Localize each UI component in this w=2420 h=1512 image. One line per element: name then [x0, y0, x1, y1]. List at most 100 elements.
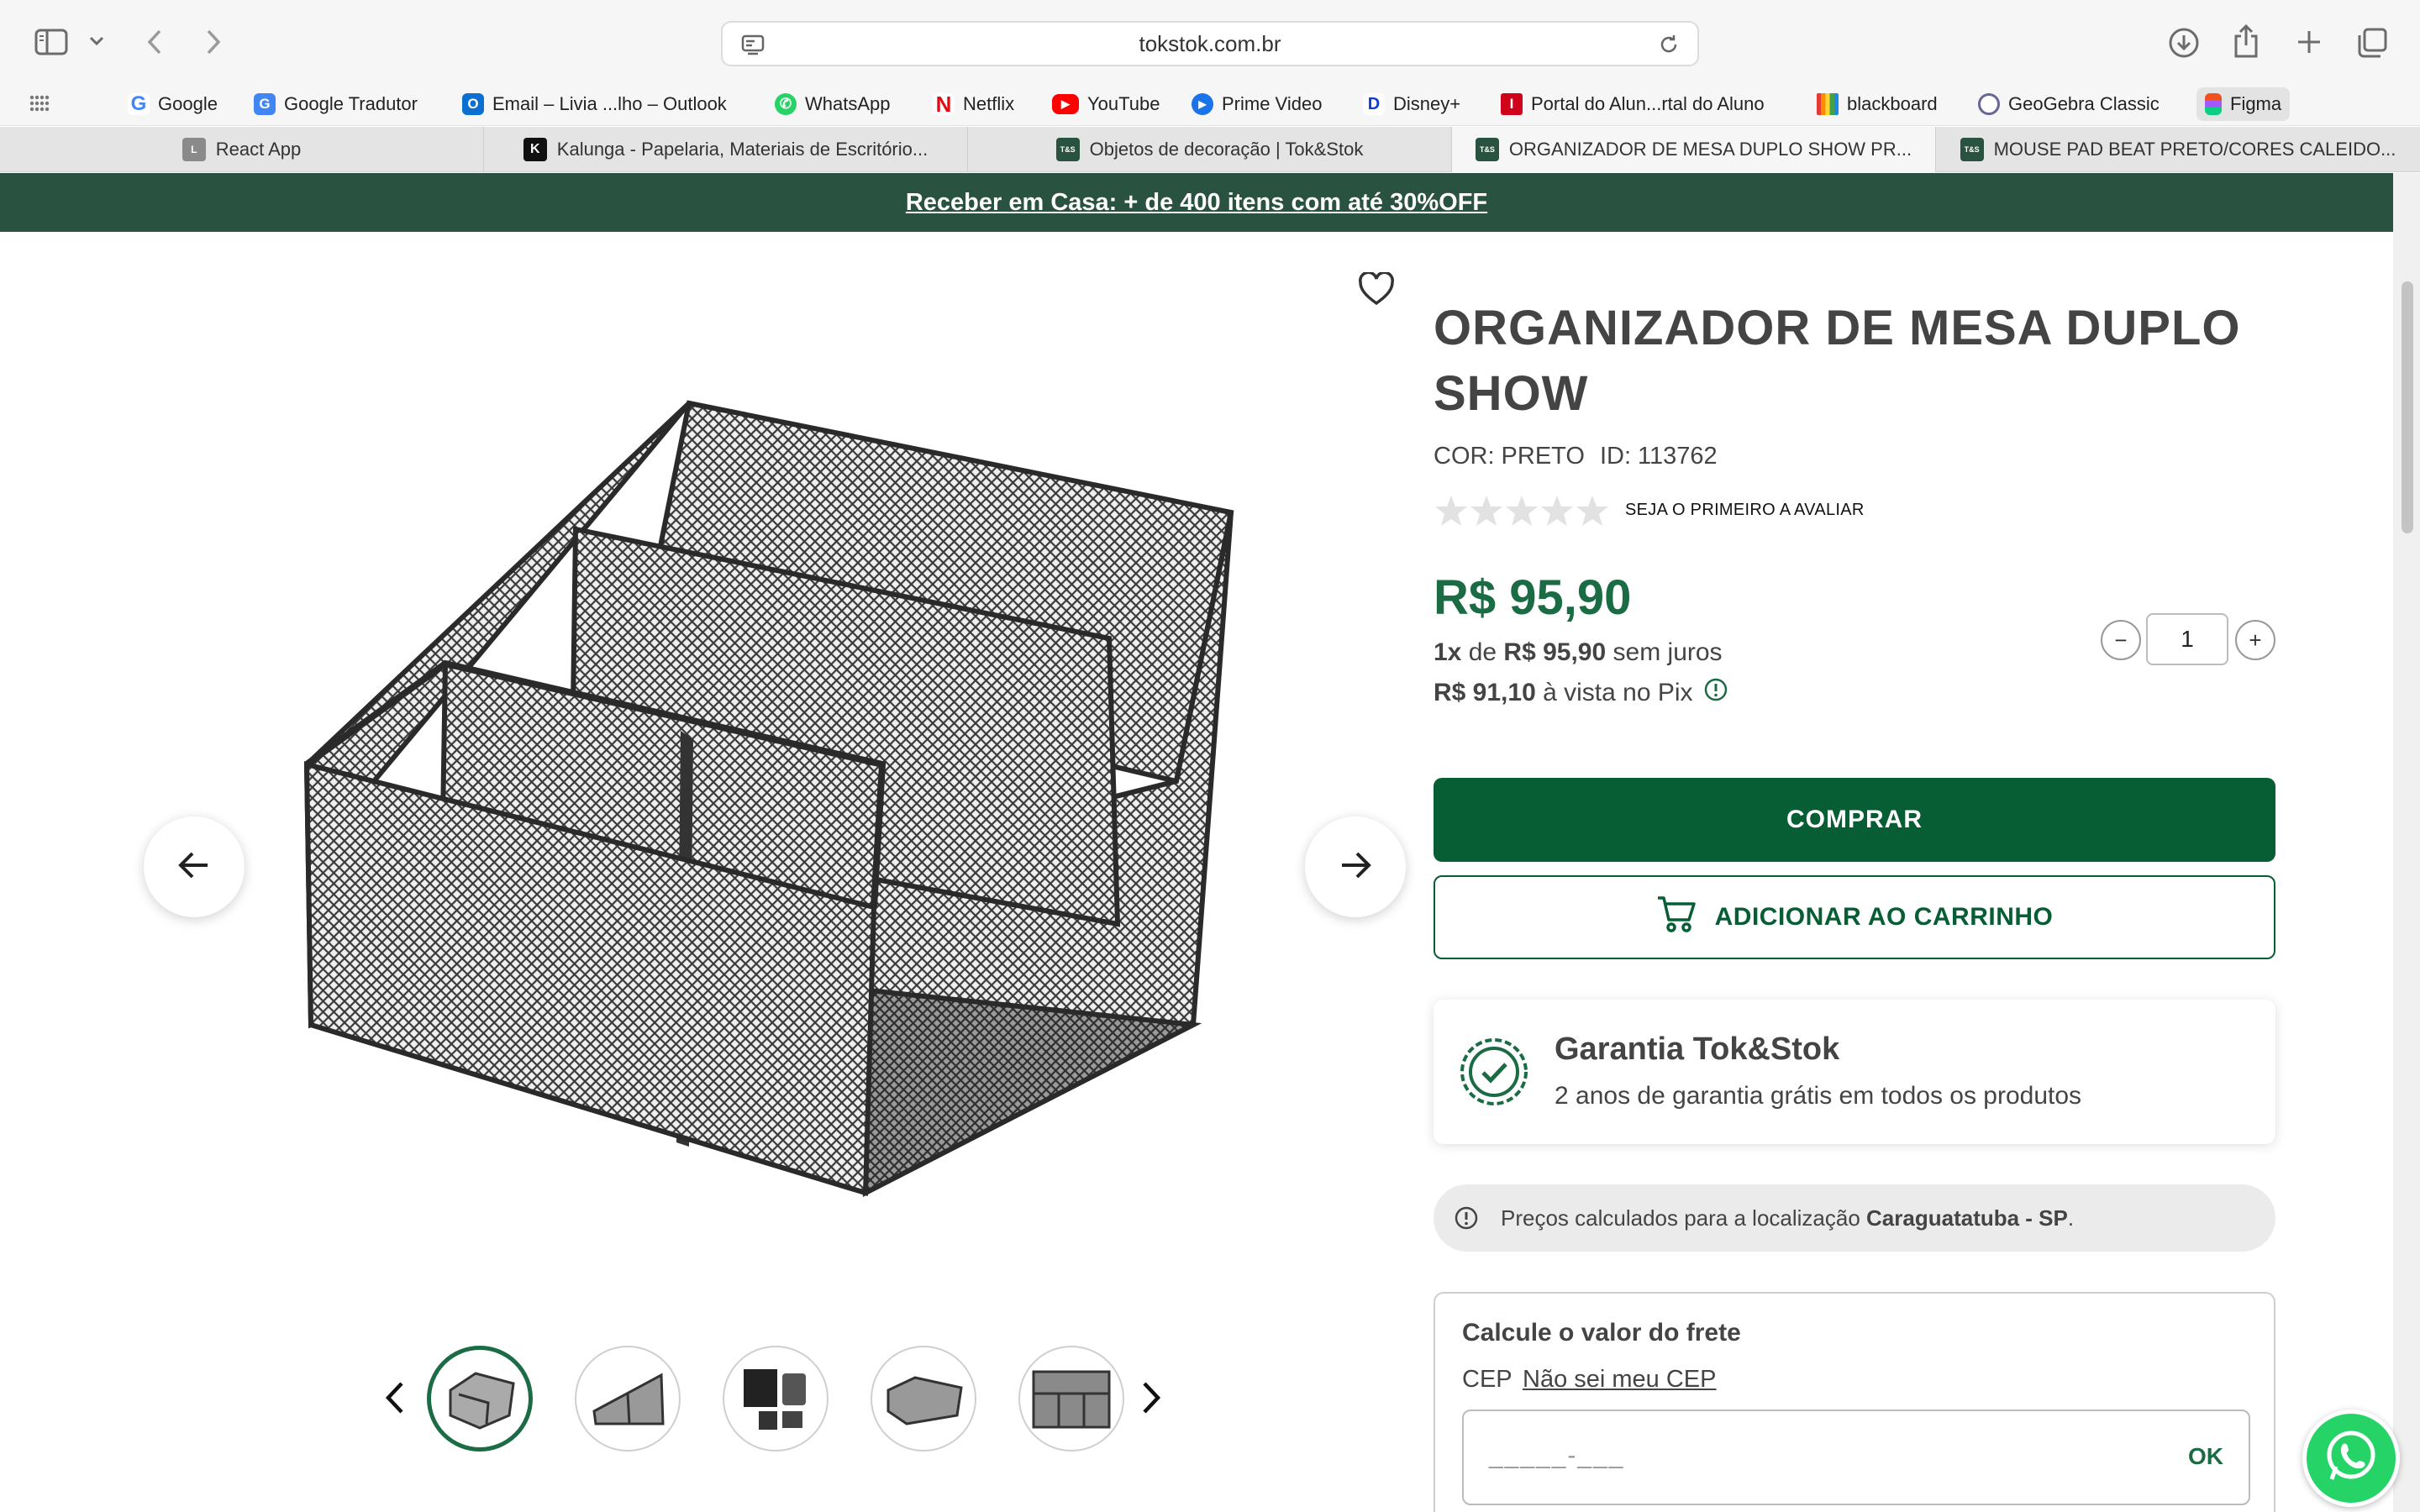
whatsapp-chat-button[interactable]	[2302, 1410, 2400, 1507]
downloads-icon[interactable]	[2166, 25, 2202, 60]
add-to-cart-button[interactable]: ADICIONAR AO CARRINHO	[1434, 875, 2275, 959]
promo-banner-link[interactable]: Receber em Casa: + de 400 itens com até …	[0, 173, 2393, 232]
pix-price-text: R$ 91,10 à vista no Pix	[1434, 677, 1728, 709]
freight-calculator: Calcule o valor do frete CEP Não sei meu…	[1434, 1292, 2275, 1512]
translate-icon: G	[254, 93, 276, 115]
tab-react-app[interactable]: L React App	[0, 127, 484, 172]
address-bar[interactable]: tokstok.com.br	[721, 21, 1699, 66]
tab-favicon: K	[523, 138, 547, 161]
bookmark-label: WhatsApp	[805, 93, 891, 114]
tab-label: MOUSE PAD BEAT PRETO/CORES CALEIDO...	[1993, 139, 2396, 160]
warranty-card: Garantia Tok&Stok 2 anos de garantia grá…	[1434, 1000, 2275, 1144]
thumbnail-5[interactable]	[1018, 1346, 1124, 1452]
quantity-input[interactable]: 1	[2146, 613, 2228, 665]
outlook-icon: O	[462, 93, 484, 115]
share-icon[interactable]	[2228, 22, 2264, 60]
apps-grid-icon[interactable]	[29, 92, 50, 118]
bookmark-geogebra[interactable]: GeoGebra Classic	[1978, 87, 2160, 121]
url-text: tokstok.com.br	[1139, 30, 1281, 56]
bookmark-label: Netflix	[963, 93, 1015, 114]
new-tab-icon[interactable]	[2292, 25, 2326, 59]
bookmark-netflix[interactable]: N Netflix	[933, 87, 1014, 121]
pix-suffix: à vista no Pix	[1535, 679, 1693, 706]
buy-button[interactable]: COMPRAR	[1434, 778, 2275, 862]
bookmark-google[interactable]: G Google	[128, 87, 218, 121]
gallery-prev-button[interactable]	[144, 816, 245, 917]
installments-value: R$ 95,90	[1503, 638, 1607, 666]
rating-stars[interactable]	[1434, 494, 1612, 529]
info-icon[interactable]	[1703, 677, 1728, 709]
product-price: R$ 95,90	[1434, 570, 1632, 625]
tab-objetos-decoracao[interactable]: T&S Objetos de decoração | Tok&Stok	[968, 127, 1452, 172]
google-icon: G	[128, 92, 150, 115]
bookmark-label: blackboard	[1847, 93, 1938, 114]
sidebar-toggle-icon[interactable]	[32, 25, 71, 59]
bookmark-label: Google Tradutor	[284, 93, 418, 114]
forward-icon[interactable]	[198, 25, 229, 59]
tab-organizador[interactable]: T&S ORGANIZADOR DE MESA DUPLO SHOW PR...	[1452, 127, 1936, 172]
bookmark-label: Portal do Alun...rtal do Aluno	[1531, 93, 1765, 114]
thumbnail-1[interactable]	[427, 1346, 533, 1452]
favorite-heart-icon[interactable]	[1358, 270, 1395, 310]
location-city: Caraguatatuba - SP	[1866, 1205, 2068, 1231]
bookmark-prime-video[interactable]: ▶ Prime Video	[1192, 87, 1322, 121]
chevron-down-icon[interactable]	[86, 30, 108, 52]
product-image	[286, 386, 1260, 1210]
scrollbar-thumb[interactable]	[2402, 281, 2413, 533]
thumbnail-3[interactable]	[723, 1346, 829, 1452]
cep-input[interactable]: _____-___ OK	[1462, 1410, 2250, 1505]
bookmark-label: Prime Video	[1222, 93, 1323, 114]
cart-icon	[1656, 895, 1697, 940]
whatsapp-icon: ✆	[775, 93, 797, 115]
info-circle-icon	[1454, 1205, 1479, 1236]
tab-overview-icon[interactable]	[2354, 25, 2390, 60]
bookmark-label: Figma	[2230, 93, 2282, 114]
tab-favicon: T&S	[1055, 138, 1080, 161]
bookmark-portal[interactable]: I Portal do Alun...rtal do Aluno	[1501, 87, 1765, 121]
tab-favicon: L	[182, 138, 206, 161]
tab-kalunga[interactable]: K Kalunga - Papelaria, Materiais de Escr…	[484, 127, 968, 172]
thumbnail-4[interactable]	[871, 1346, 976, 1452]
portal-icon: I	[1501, 93, 1523, 115]
tab-mouse-pad[interactable]: T&S MOUSE PAD BEAT PRETO/CORES CALEIDO..…	[1936, 127, 2420, 172]
cep-ok-button[interactable]: OK	[2188, 1443, 2223, 1470]
page-settings-icon[interactable]	[741, 34, 765, 62]
installments-of: de	[1461, 638, 1504, 666]
thumbnails-prev-icon[interactable]	[385, 1381, 405, 1419]
warranty-check-icon	[1459, 1037, 1529, 1111]
bookmark-label: Disney+	[1393, 93, 1461, 114]
cep-label: CEP	[1462, 1366, 1512, 1393]
back-icon[interactable]	[139, 25, 170, 59]
reload-icon[interactable]	[1657, 33, 1681, 62]
add-to-cart-label: ADICIONAR AO CARRINHO	[1714, 903, 2054, 931]
quantity-increase-button[interactable]: +	[2235, 620, 2275, 660]
geogebra-icon	[1978, 93, 2000, 115]
bookmark-outlook[interactable]: O Email – Livia ...lho – Outlook	[462, 87, 727, 121]
bookmark-google-tradutor[interactable]: G Google Tradutor	[254, 87, 418, 121]
gallery-next-button[interactable]	[1305, 816, 1406, 917]
youtube-icon: ▶	[1052, 94, 1079, 114]
product-title: ORGANIZADOR DE MESA DUPLO SHOW	[1434, 301, 2241, 421]
bookmark-blackboard[interactable]: blackboard	[1817, 87, 1938, 121]
warranty-subtitle: 2 anos de garantia grátis em todos os pr…	[1555, 1082, 2082, 1110]
location-notice: Preços calculados para a localização Car…	[1434, 1184, 2275, 1252]
product-id: ID: 113762	[1599, 443, 1718, 470]
quantity-decrease-button[interactable]: −	[2101, 620, 2141, 660]
prime-video-icon: ▶	[1192, 93, 1213, 115]
product-meta: COR: PRETO ID: 113762	[1434, 443, 1718, 470]
tab-label: ORGANIZADOR DE MESA DUPLO SHOW PR...	[1508, 139, 1912, 160]
bookmark-label: YouTube	[1087, 93, 1160, 114]
bookmark-disney[interactable]: D Disney+	[1363, 87, 1460, 121]
unknown-cep-link[interactable]: Não sei meu CEP	[1523, 1366, 1717, 1394]
thumbnail-2[interactable]	[575, 1346, 681, 1452]
thumbnails-next-icon[interactable]	[1141, 1381, 1161, 1419]
bookmark-label: GeoGebra Classic	[2008, 93, 2160, 114]
bookmark-figma[interactable]: Figma	[2196, 87, 2291, 121]
bookmark-whatsapp[interactable]: ✆ WhatsApp	[775, 87, 891, 121]
tab-label: Kalunga - Papelaria, Materiais de Escrit…	[556, 139, 929, 160]
bookmark-label: Email – Livia ...lho – Outlook	[492, 93, 727, 114]
rating-cta-link[interactable]: SEJA O PRIMEIRO A AVALIAR	[1625, 501, 1865, 520]
bookmark-youtube[interactable]: ▶ YouTube	[1052, 87, 1160, 121]
browser-toolbar: tokstok.com.br	[0, 0, 2420, 84]
star-icons	[1435, 496, 1608, 526]
